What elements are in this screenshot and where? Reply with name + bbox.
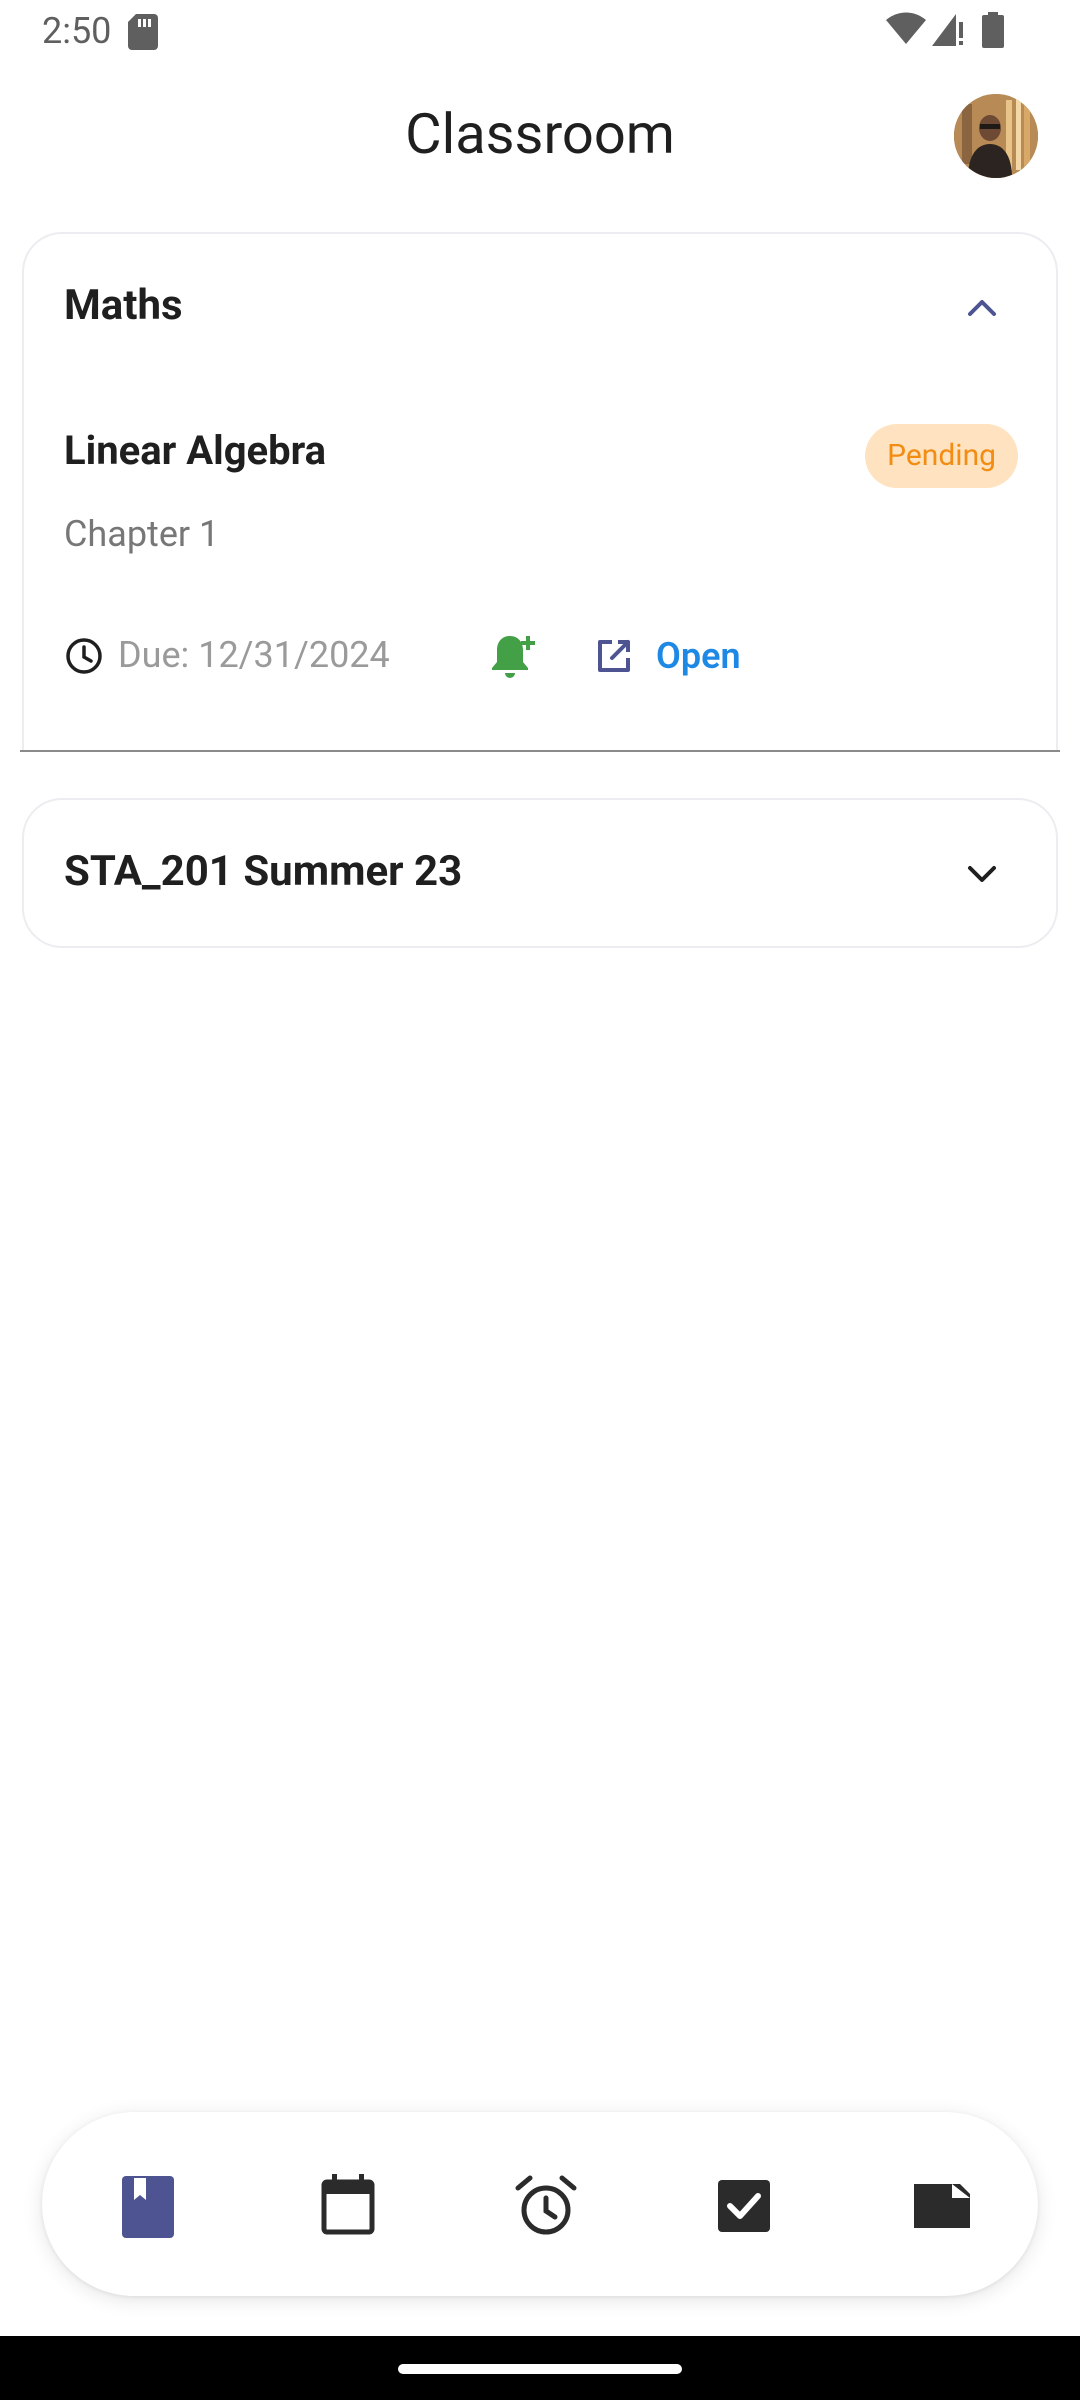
course-title[interactable]: STA_201 Summer 23	[64, 844, 462, 900]
chevron-down-icon[interactable]	[960, 852, 1004, 896]
clock-icon	[66, 638, 102, 674]
page-title: Classroom	[405, 101, 675, 167]
home-gesture-handle[interactable]	[398, 2364, 682, 2374]
chevron-up-icon[interactable]	[960, 286, 1004, 330]
open-label[interactable]: Open	[656, 628, 741, 684]
sd-card-icon	[128, 14, 158, 50]
nav-item-notes[interactable]	[906, 2170, 978, 2242]
status-bar: 2:50	[0, 0, 1080, 62]
add-reminder-bell-icon[interactable]	[488, 632, 540, 680]
nav-item-tasks[interactable]	[708, 2170, 780, 2242]
assignment-title[interactable]: Linear Algebra	[64, 424, 326, 478]
nav-item-calendar[interactable]	[312, 2170, 384, 2242]
assignment-meta-row: Due: 12/31/2024 Open	[64, 624, 1024, 684]
wifi-icon	[886, 12, 926, 44]
alarm-clock-icon	[515, 2175, 577, 2235]
assignment-chapter: Chapter 1	[64, 513, 220, 555]
course-card-sta201[interactable]: STA_201 Summer 23	[22, 798, 1058, 948]
avatar[interactable]	[954, 94, 1038, 178]
note-icon	[914, 2184, 970, 2228]
status-time: 2:50	[42, 10, 112, 52]
nav-item-courses[interactable]	[112, 2170, 184, 2242]
status-badge: Pending	[865, 424, 1018, 488]
open-external-icon	[598, 640, 630, 672]
avatar-photo-icon	[954, 94, 1038, 178]
nav-item-alarm[interactable]	[510, 2170, 582, 2242]
bottom-navigation	[42, 2112, 1038, 2296]
gesture-navigation-bar	[0, 2336, 1080, 2400]
bookmark-book-icon	[122, 2176, 174, 2238]
course-card-maths: Maths Linear Algebra Pending Chapter 1 D…	[22, 232, 1058, 752]
signal-icon	[932, 14, 963, 46]
checkbox-icon	[718, 2180, 770, 2232]
course-title[interactable]: Maths	[64, 278, 183, 334]
due-date: Due: 12/31/2024	[118, 634, 390, 676]
divider	[20, 750, 1060, 752]
battery-icon	[982, 12, 1004, 48]
calendar-icon	[321, 2174, 375, 2235]
